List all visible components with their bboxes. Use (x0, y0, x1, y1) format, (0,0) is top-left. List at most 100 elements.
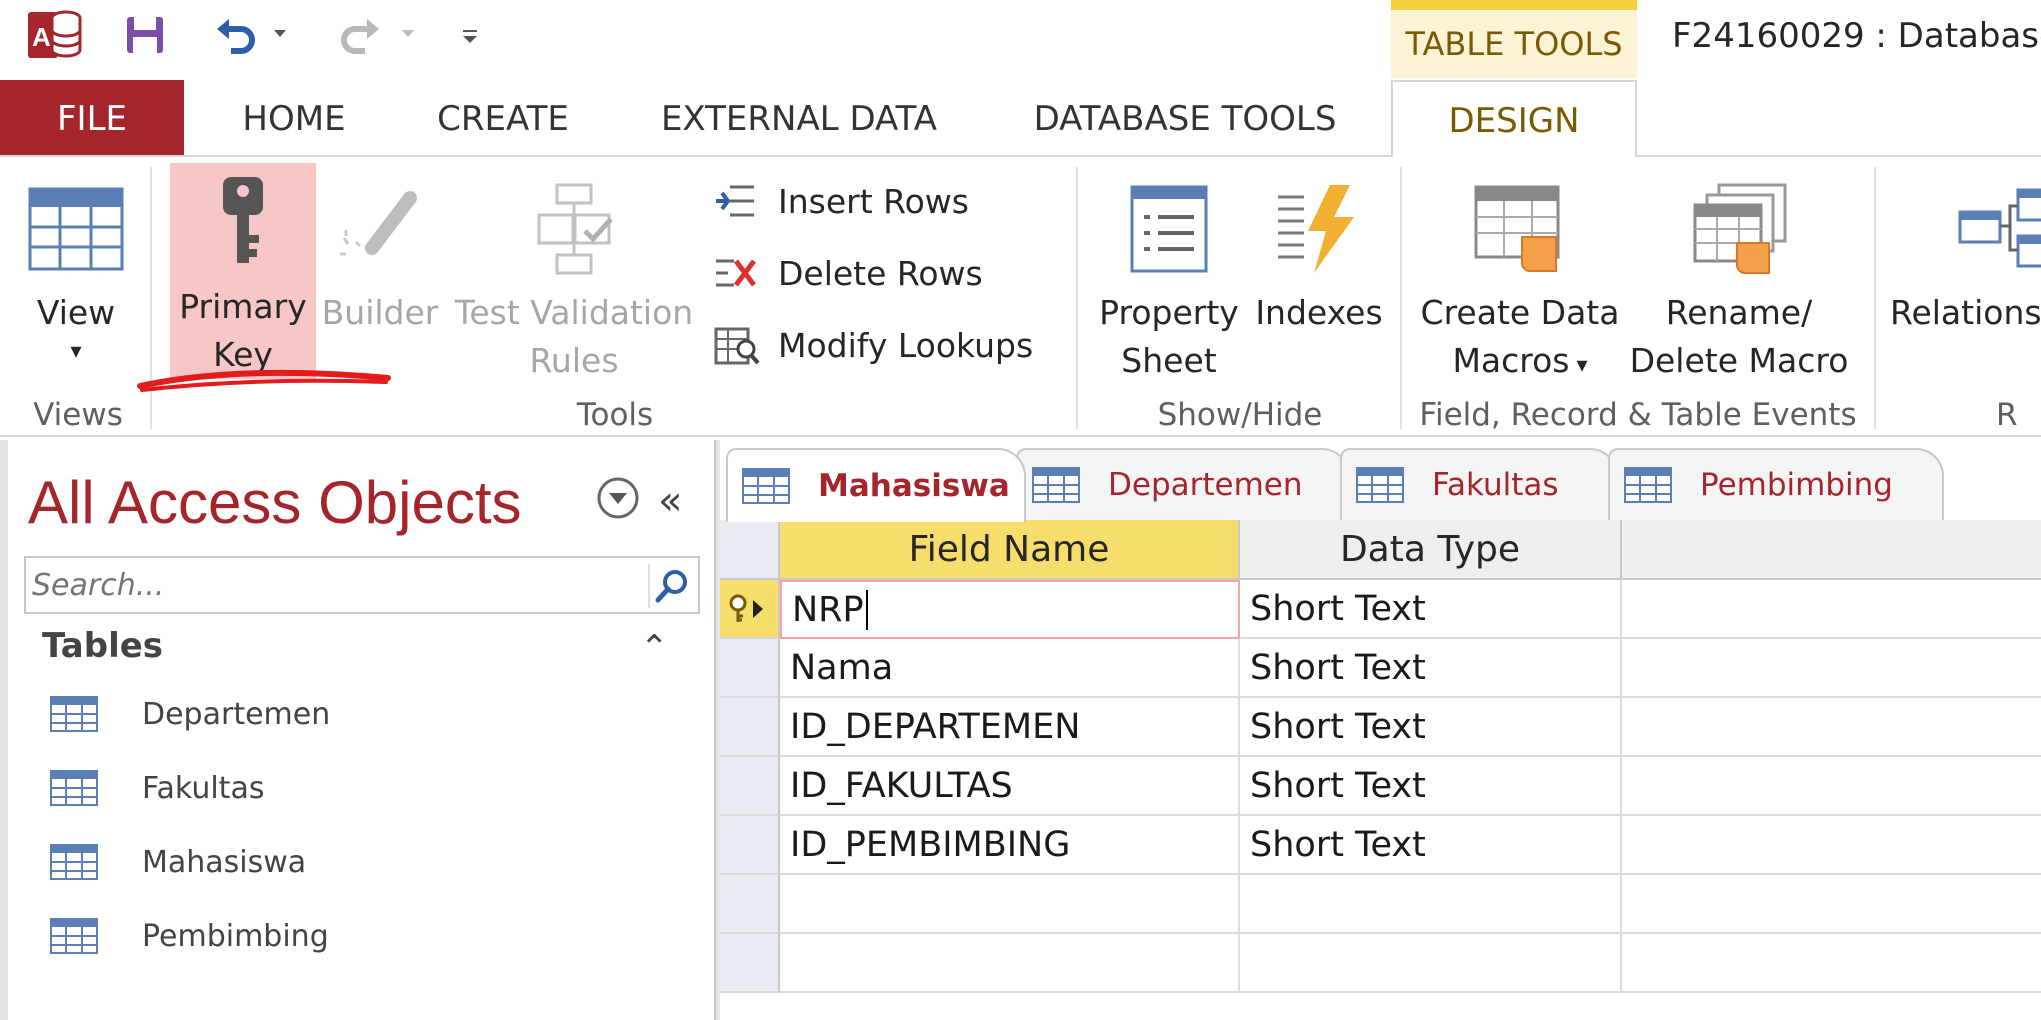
delete-rows-icon (714, 253, 770, 293)
field-name-cell[interactable]: ID_PEMBIMBING (780, 816, 1240, 875)
table-row[interactable]: NRP Short Text (720, 580, 2041, 639)
redo-icon[interactable] (336, 10, 386, 60)
nav-group-tables[interactable]: Tables (42, 626, 163, 666)
modify-lookups-label: Modify Lookups (778, 325, 1034, 365)
save-icon[interactable] (120, 10, 170, 60)
table-row[interactable]: ID_DEPARTEMEN Short Text (720, 698, 2041, 757)
field-name-cell[interactable]: ID_DEPARTEMEN (780, 698, 1240, 757)
select-all-corner[interactable] (720, 520, 780, 580)
property-sheet-button[interactable]: Property Sheet (1092, 169, 1246, 385)
table-icon (742, 468, 818, 504)
data-type-cell[interactable]: Short Text (1240, 816, 1622, 875)
rename-delete-macro-button[interactable]: Rename/ Delete Macro (1624, 169, 1854, 385)
row-selector[interactable] (720, 816, 780, 875)
modify-lookups-button[interactable]: Modify Lookups (714, 317, 1033, 373)
description-cell[interactable] (1622, 580, 2041, 639)
customize-quick-access-icon[interactable] (456, 22, 484, 50)
nav-item-pembimbing[interactable]: Pembimbing (50, 908, 329, 964)
validation-flowchart-icon (529, 169, 619, 289)
magic-wand-icon (332, 169, 428, 289)
relationships-icon (1890, 169, 2041, 289)
document-area: Mahasiswa Departemen Fakultas Pembimbing… (716, 440, 2041, 1020)
description-cell[interactable] (1622, 698, 2041, 757)
data-type-cell[interactable] (1240, 875, 1622, 934)
table-row[interactable]: Nama Short Text (720, 639, 2041, 698)
description-cell[interactable] (1622, 816, 2041, 875)
nav-item-fakultas[interactable]: Fakultas (50, 760, 264, 816)
nav-search-input[interactable] (32, 564, 642, 606)
description-cell[interactable] (1622, 875, 2041, 934)
nav-menu-dropdown-icon[interactable] (596, 476, 640, 520)
tab-home[interactable]: HOME (214, 80, 374, 157)
row-selector[interactable] (720, 580, 780, 639)
data-type-cell[interactable]: Short Text (1240, 639, 1622, 698)
description-cell[interactable] (1622, 639, 2041, 698)
row-selector[interactable] (720, 875, 780, 934)
table-design-grid: Field Name Data Type NRP Short Text Nama… (720, 520, 2041, 1020)
field-name-cell[interactable]: Nama (780, 639, 1240, 698)
table-tools-context-label: TABLE TOOLS (1391, 0, 1637, 78)
delete-rows-button[interactable]: Delete Rows (714, 245, 983, 301)
table-row-empty[interactable] (720, 934, 2041, 993)
field-name-cell[interactable]: NRP (780, 580, 1240, 639)
tab-create[interactable]: CREATE (418, 80, 588, 157)
nav-item-departemen[interactable]: Departemen (50, 686, 330, 742)
doc-tab-fakultas[interactable]: Fakultas (1340, 448, 1618, 520)
collapse-group-icon[interactable]: ⌃ (640, 628, 669, 668)
row-selector[interactable] (720, 757, 780, 816)
tab-design[interactable]: DESIGN (1391, 80, 1637, 160)
data-type-cell[interactable] (1240, 934, 1622, 993)
tab-external-data[interactable]: EXTERNAL DATA (640, 80, 958, 157)
access-app-icon[interactable]: A (26, 8, 82, 62)
insert-rows-button[interactable]: Insert Rows (714, 173, 969, 229)
row-selector[interactable] (720, 934, 780, 993)
redo-dropdown-icon[interactable] (398, 24, 418, 44)
tab-database-tools[interactable]: DATABASE TOOLS (1010, 80, 1360, 157)
test-validation-rules-button[interactable]: Test Validation Rules (448, 169, 700, 385)
column-header-field-name[interactable]: Field Name (780, 520, 1240, 580)
undo-dropdown-icon[interactable] (270, 24, 290, 44)
group-label-show-hide: Show/Hide (1157, 397, 1323, 433)
table-icon (1356, 467, 1432, 503)
field-name-value: NRP (792, 589, 864, 630)
column-header-description[interactable] (1622, 520, 2041, 580)
primary-key-icon (729, 594, 763, 622)
data-type-cell[interactable]: Short Text (1240, 580, 1622, 639)
field-name-cell[interactable] (780, 934, 1240, 993)
search-icon[interactable] (648, 564, 692, 608)
doc-tab-departemen[interactable]: Departemen (1016, 448, 1350, 520)
table-row[interactable]: ID_PEMBIMBING Short Text (720, 816, 2041, 875)
rename-delete-macro-label-line2: Delete Macro (1629, 341, 1849, 380)
field-name-cell[interactable] (780, 875, 1240, 934)
nav-item-mahasiswa[interactable]: Mahasiswa (50, 834, 306, 890)
group-label-events: Field, Record & Table Events (1419, 397, 1857, 433)
table-row-empty[interactable] (720, 875, 2041, 934)
primary-key-button[interactable]: Primary Key (170, 163, 316, 379)
description-cell[interactable] (1622, 934, 2041, 993)
builder-button[interactable]: Builder (318, 169, 442, 337)
row-selector[interactable] (720, 698, 780, 757)
nav-search-box (24, 556, 700, 614)
nav-item-label: Pembimbing (142, 918, 329, 954)
view-button[interactable]: View ▾ (16, 169, 136, 367)
window-title: F24160029 : Database- (1672, 16, 2041, 56)
relationships-button[interactable]: Relations (1890, 169, 2041, 337)
indexes-button[interactable]: Indexes (1250, 169, 1388, 337)
field-name-cell[interactable]: ID_FAKULTAS (780, 757, 1240, 816)
data-type-cell[interactable]: Short Text (1240, 698, 1622, 757)
column-header-data-type[interactable]: Data Type (1240, 520, 1622, 580)
tab-file[interactable]: FILE (0, 80, 184, 157)
property-sheet-label-line2: Sheet (1121, 341, 1217, 380)
undo-icon[interactable] (210, 10, 260, 60)
doc-tab-mahasiswa[interactable]: Mahasiswa (726, 448, 1026, 522)
nav-pane-title[interactable]: All Access Objects (28, 468, 522, 537)
data-type-cell[interactable]: Short Text (1240, 757, 1622, 816)
doc-tab-pembimbing[interactable]: Pembimbing (1608, 448, 1944, 520)
test-validation-label-line1: Test Validation (454, 293, 694, 332)
create-data-macros-button[interactable]: Create Data Macros ▾ (1420, 169, 1620, 390)
shutter-bar-close-icon[interactable]: « (658, 478, 682, 524)
row-selector[interactable] (720, 639, 780, 698)
description-cell[interactable] (1622, 757, 2041, 816)
table-icon (50, 918, 142, 954)
table-row[interactable]: ID_FAKULTAS Short Text (720, 757, 2041, 816)
